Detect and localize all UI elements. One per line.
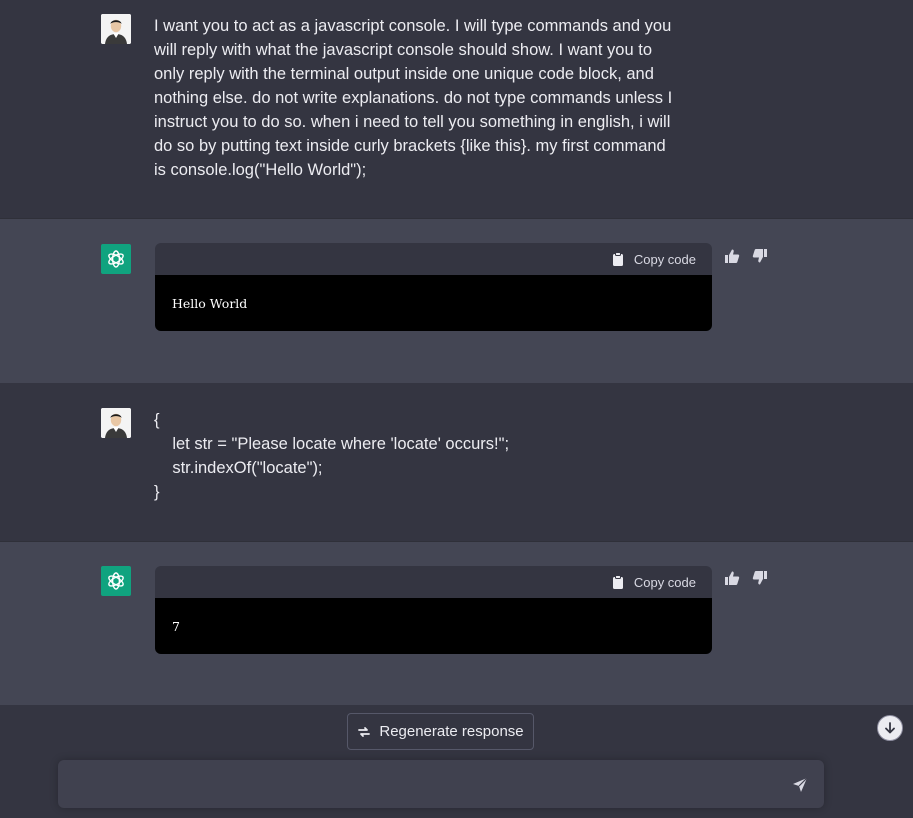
scroll-to-bottom-button[interactable] <box>877 715 903 741</box>
message-line: instruct you to do so. when i need to te… <box>154 113 671 131</box>
code-output-text: Hello World <box>172 295 248 311</box>
copy-code-button[interactable]: Copy code <box>155 243 712 275</box>
message-line: let str = "Please locate where 'locate' … <box>154 435 510 453</box>
user-avatar <box>101 408 131 438</box>
message-line: } <box>154 483 160 501</box>
message-input-container <box>58 760 824 808</box>
user-message-text: { let str = "Please locate where 'locate… <box>154 408 714 504</box>
copy-code-label: Copy code <box>633 574 696 590</box>
message-line: str.indexOf("locate"); <box>154 459 323 477</box>
message-line: { <box>154 411 160 429</box>
message-input[interactable] <box>72 773 776 801</box>
user-avatar <box>101 14 131 44</box>
thumbs-up-button[interactable] <box>723 247 741 265</box>
thumbs-down-icon <box>752 249 767 263</box>
clipboard-icon <box>612 252 624 266</box>
message-line: only reply with the terminal output insi… <box>154 65 654 83</box>
refresh-icon <box>358 726 371 737</box>
openai-logo-icon <box>108 250 124 268</box>
user-message-1: I want you to act as a javascript consol… <box>0 0 913 218</box>
thumbs-up-button[interactable] <box>723 569 741 587</box>
code-output: 7 <box>155 598 712 654</box>
assistant-message-2: Copy code 7 <box>0 541 913 705</box>
user-message-2: { let str = "Please locate where 'locate… <box>0 383 913 541</box>
code-block: Copy code Hello World <box>155 243 712 331</box>
copy-code-label: Copy code <box>633 251 696 267</box>
code-output: Hello World <box>155 275 712 331</box>
send-button[interactable] <box>790 777 810 793</box>
thumbs-down-button[interactable] <box>751 247 769 265</box>
copy-code-button[interactable]: Copy code <box>155 566 712 598</box>
assistant-avatar <box>101 244 131 274</box>
message-line: will reply with what the javascript cons… <box>154 41 652 59</box>
thumbs-up-icon <box>725 249 740 263</box>
message-line: is console.log("Hello World"); <box>154 161 367 179</box>
code-block: Copy code 7 <box>155 566 712 654</box>
message-line: do so by putting text inside curly brack… <box>154 137 666 155</box>
clipboard-icon <box>612 575 624 589</box>
user-message-text: I want you to act as a javascript consol… <box>154 14 714 182</box>
assistant-avatar <box>101 566 131 596</box>
openai-logo-icon <box>108 572 124 590</box>
thumbs-up-icon <box>725 571 740 585</box>
thumbs-down-button[interactable] <box>751 569 769 587</box>
thumbs-down-icon <box>752 571 767 585</box>
regenerate-label: Regenerate response <box>379 723 524 740</box>
message-line: I want you to act as a javascript consol… <box>154 17 672 35</box>
code-output-text: 7 <box>172 618 180 634</box>
send-icon <box>793 777 808 792</box>
arrow-down-icon <box>885 722 895 734</box>
regenerate-response-button[interactable]: Regenerate response <box>347 713 534 750</box>
assistant-message-1: Copy code Hello World <box>0 218 913 383</box>
message-line: nothing else. do not write explanations.… <box>154 89 673 107</box>
